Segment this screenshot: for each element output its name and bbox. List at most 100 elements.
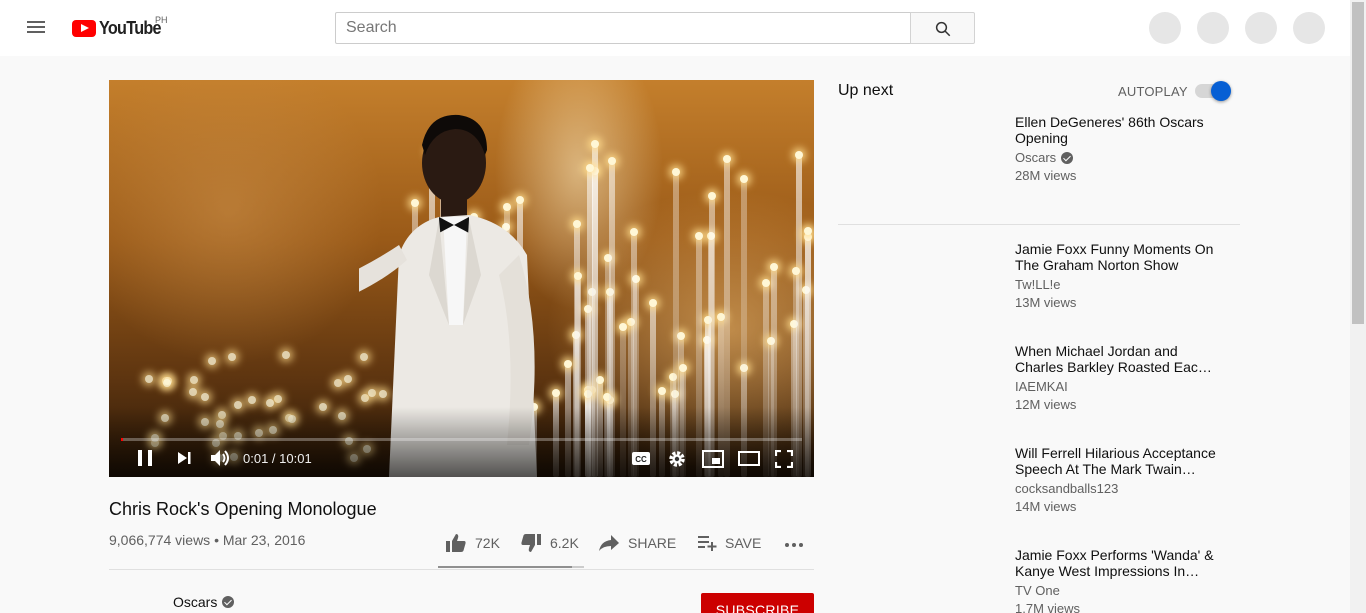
video-frame-flame	[247, 396, 256, 405]
rec-title[interactable]: Ellen DeGeneres' 86th Oscars Opening	[1015, 114, 1225, 146]
rec-views: 12M views	[1015, 397, 1077, 412]
more-icon[interactable]	[784, 540, 804, 550]
like-button[interactable]: 72K	[445, 532, 500, 554]
rec-title[interactable]: Jamie Foxx Performs 'Wanda' & Kanye West…	[1015, 547, 1225, 579]
search-button[interactable]	[910, 12, 975, 44]
video-frame-flame	[334, 379, 343, 388]
pause-icon[interactable]	[135, 448, 155, 468]
rec-thumbnail[interactable]	[838, 547, 1006, 613]
search-box	[335, 12, 911, 44]
youtube-logo-icon	[72, 19, 96, 37]
youtube-logo[interactable]: YouTube PH	[72, 15, 168, 40]
rec-thumbnail[interactable]	[838, 445, 1006, 539]
rec-views: 1.7M views	[1015, 601, 1081, 613]
svg-text:CC: CC	[635, 455, 647, 464]
video-frame-flame	[188, 387, 197, 396]
rec-views: 13M views	[1015, 295, 1077, 310]
rec-channel-name: Tw!LL!e	[1015, 277, 1061, 292]
autoplay-label: AUTOPLAY	[1118, 84, 1188, 99]
sentiment-bar	[438, 566, 584, 568]
video-frame-flame	[649, 298, 658, 307]
masthead: YouTube PH	[0, 0, 1350, 56]
like-count: 72K	[475, 535, 500, 551]
rec-channel: TV One	[1015, 583, 1060, 598]
video-frame-flame	[266, 399, 275, 407]
video-frame-flame	[761, 279, 770, 288]
captions-icon[interactable]: CC	[631, 451, 651, 466]
video-frame-flame	[722, 154, 731, 163]
rec-title[interactable]: Will Ferrell Hilarious Acceptance Speech…	[1015, 445, 1225, 477]
dislike-button[interactable]: 6.2K	[520, 532, 579, 554]
video-frame-flame	[694, 232, 703, 241]
theater-icon[interactable]	[738, 451, 760, 466]
playlist-add-icon	[698, 536, 717, 551]
fullscreen-icon[interactable]	[775, 450, 793, 468]
search-input[interactable]	[336, 13, 910, 43]
video-frame-flame	[678, 363, 687, 372]
miniplayer-icon[interactable]	[702, 450, 724, 468]
rec-channel: IAEMKAI	[1015, 379, 1068, 394]
video-frame-flame	[672, 167, 681, 176]
video-player[interactable]: 0:01 / 10:01 CC	[109, 80, 814, 477]
rec-views: 28M views	[1015, 168, 1077, 183]
time-display: 0:01 / 10:01	[243, 451, 312, 466]
share-label: SHARE	[628, 535, 677, 551]
owner-channel[interactable]: Oscars	[173, 594, 235, 610]
thumbs-up-icon	[446, 534, 466, 552]
video-frame-flame	[591, 140, 600, 149]
rec-thumbnail[interactable]	[838, 241, 1006, 335]
list-item[interactable]: Jamie Foxx Funny Moments On The Graham N…	[838, 241, 1240, 337]
autoplay-toggle[interactable]	[1195, 81, 1231, 101]
video-frame-flame	[208, 357, 217, 366]
list-item[interactable]: Will Ferrell Hilarious Acceptance Speech…	[838, 445, 1240, 541]
video-title: Chris Rock's Opening Monologue	[109, 499, 377, 519]
thumbs-down-icon	[521, 534, 541, 552]
rec-channel: cocksandballs123	[1015, 481, 1118, 496]
rec-thumbnail[interactable]	[838, 114, 1006, 208]
rec-title[interactable]: Jamie Foxx Funny Moments On The Graham N…	[1015, 241, 1225, 273]
scroll-thumb[interactable]	[1352, 2, 1364, 324]
video-frame-flame	[791, 266, 800, 275]
video-frame-flame	[657, 386, 666, 395]
video-frame-flame	[144, 375, 153, 384]
video-frame-flame	[740, 174, 749, 183]
share-icon	[599, 535, 619, 551]
save-button[interactable]: SAVE	[697, 532, 761, 554]
dislike-count: 6.2K	[550, 535, 579, 551]
autoplay-toggle-knob	[1211, 81, 1231, 101]
divider	[109, 569, 814, 570]
list-item[interactable]: When Michael Jordan and Charles Barkley …	[838, 343, 1240, 439]
notifications-button[interactable]	[1245, 12, 1277, 44]
rec-views: 14M views	[1015, 499, 1077, 514]
rec-channel: Oscars	[1015, 150, 1074, 165]
avatar[interactable]	[1293, 12, 1325, 44]
logo-text: YouTube	[99, 17, 162, 38]
save-label: SAVE	[725, 535, 762, 551]
verified-icon	[1061, 151, 1074, 164]
next-icon[interactable]	[175, 450, 193, 466]
video-frame-flame	[273, 394, 282, 403]
country-code: PH	[155, 15, 168, 25]
rec-channel-name: Oscars	[1015, 150, 1057, 165]
menu-icon[interactable]	[24, 18, 48, 38]
rec-title[interactable]: When Michael Jordan and Charles Barkley …	[1015, 343, 1225, 375]
settings-icon[interactable]	[667, 449, 687, 469]
video-frame-flame	[795, 151, 804, 160]
progress-bar[interactable]	[121, 438, 802, 441]
list-item[interactable]: Jamie Foxx Performs 'Wanda' & Kanye West…	[838, 547, 1240, 613]
progress-fill	[121, 438, 123, 441]
page-scrollbar[interactable]	[1350, 0, 1366, 613]
video-frame-flame	[343, 375, 352, 384]
owner-channel-name[interactable]: Oscars	[173, 594, 217, 610]
share-button[interactable]: SHARE	[598, 532, 676, 554]
volume-icon[interactable]	[209, 448, 233, 468]
video-frame-flame	[804, 226, 813, 235]
create-button[interactable]	[1149, 12, 1181, 44]
video-frame-flame	[228, 352, 237, 361]
subscribe-button[interactable]: SUBSCRIBE	[701, 593, 814, 613]
rec-thumbnail[interactable]	[838, 343, 1006, 437]
apps-button[interactable]	[1197, 12, 1229, 44]
up-next-divider	[838, 224, 1240, 225]
up-next-item[interactable]: Ellen DeGeneres' 86th Oscars Opening Osc…	[838, 114, 1240, 210]
video-frame-flame	[585, 163, 594, 172]
